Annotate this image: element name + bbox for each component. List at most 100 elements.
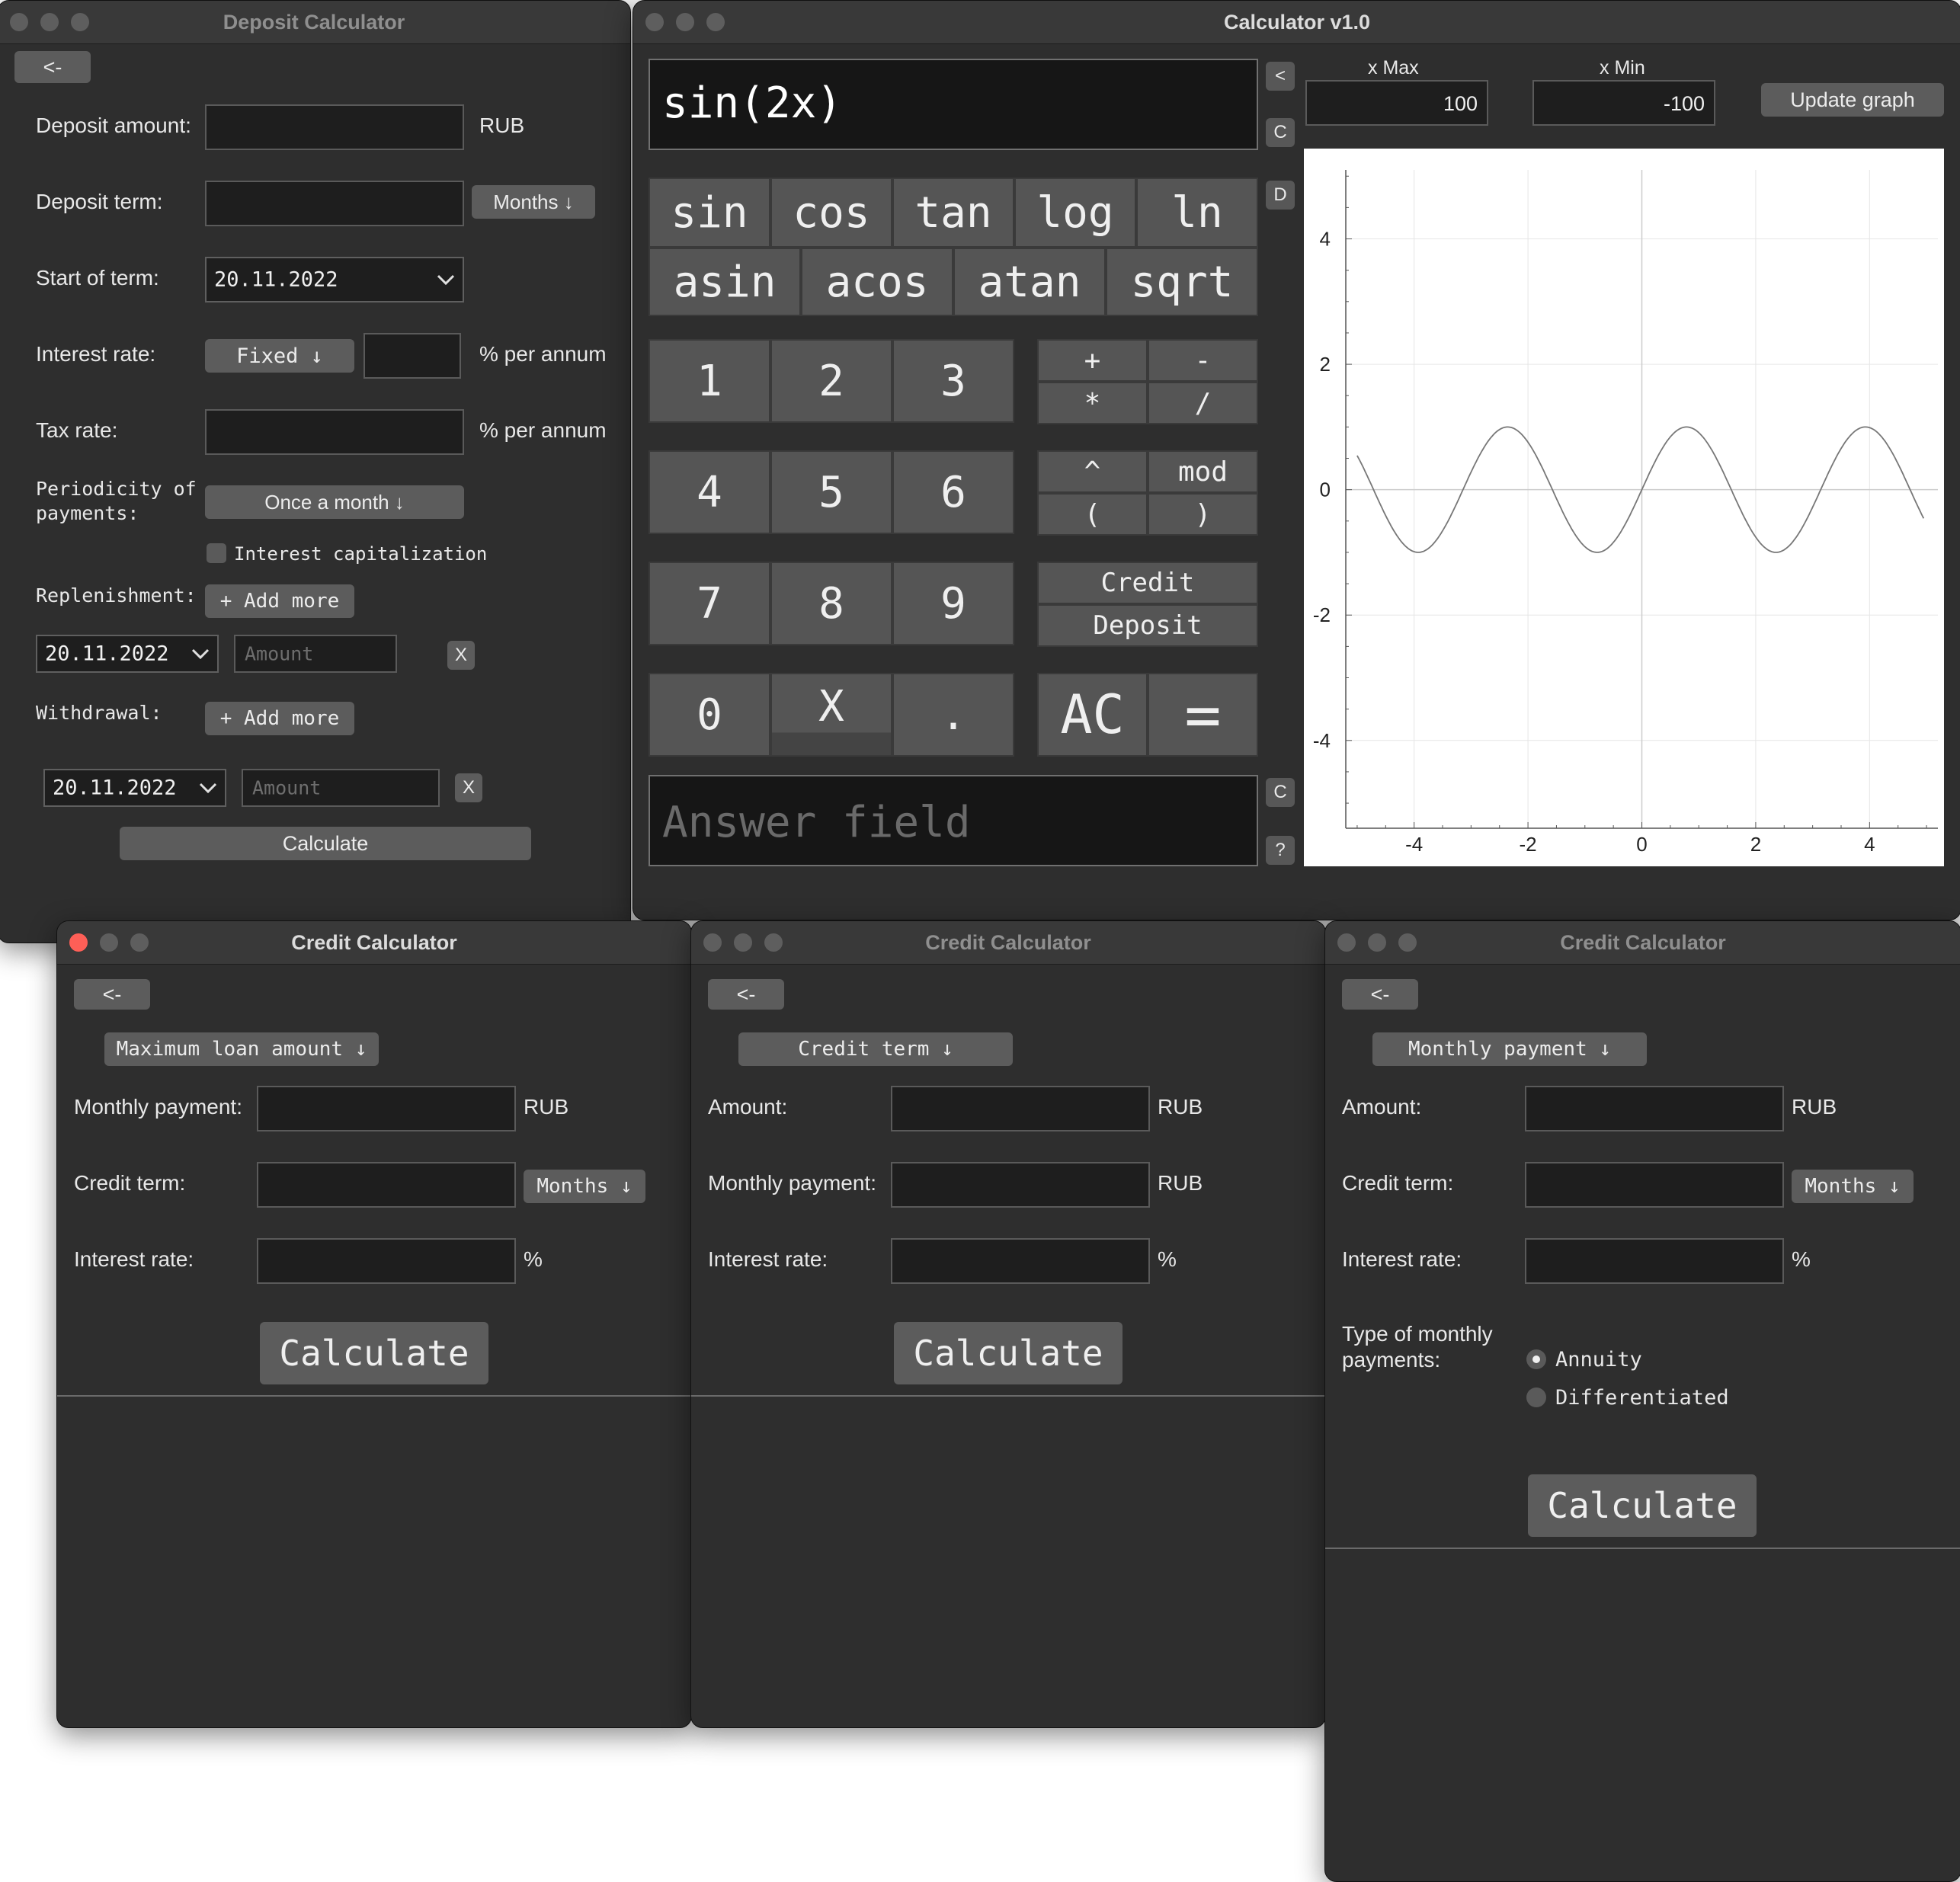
replenishment-date-value: 20.11.2022 xyxy=(45,642,169,666)
back-button[interactable]: <- xyxy=(14,51,91,83)
rate-type-dropdown[interactable]: Fixed ↓ xyxy=(205,339,354,373)
update-graph-button[interactable]: Update graph xyxy=(1761,83,1944,117)
term-unit-dropdown[interactable]: Months ↓ xyxy=(524,1170,645,1203)
help-button[interactable]: ? xyxy=(1266,836,1295,865)
digit-2-button[interactable]: 2 xyxy=(770,339,892,423)
tax-rate-input[interactable] xyxy=(205,409,464,455)
interest-rate-unit: % xyxy=(524,1247,543,1271)
asin-button[interactable]: asin xyxy=(649,248,801,316)
amount-unit: RUB xyxy=(1792,1095,1837,1119)
calculate-button[interactable]: Calculate xyxy=(894,1322,1123,1384)
clear-expression-button[interactable]: C xyxy=(1266,118,1295,147)
tan-button[interactable]: tan xyxy=(892,178,1014,248)
minus-button[interactable]: - xyxy=(1148,339,1258,382)
multiply-button[interactable]: * xyxy=(1037,382,1148,424)
deposit-amount-input[interactable] xyxy=(205,104,464,150)
replenishment-date-select[interactable]: 20.11.2022 xyxy=(36,635,219,673)
replenishment-label: Replenishment: xyxy=(36,584,197,607)
digit-3-button[interactable]: 3 xyxy=(892,339,1014,423)
credit-term-input[interactable] xyxy=(1525,1162,1784,1208)
atan-button[interactable]: atan xyxy=(953,248,1106,316)
calculation-mode-dropdown[interactable]: Monthly payment ↓ xyxy=(1372,1032,1647,1066)
cos-button[interactable]: cos xyxy=(770,178,892,248)
left-paren-button[interactable]: ( xyxy=(1037,493,1148,536)
deposit-term-input[interactable] xyxy=(205,181,464,226)
window-title: Credit Calculator xyxy=(1560,931,1726,954)
digit-5-button[interactable]: 5 xyxy=(770,450,892,534)
sqrt-button[interactable]: sqrt xyxy=(1106,248,1258,316)
decimal-point-button[interactable]: . xyxy=(892,673,1014,757)
backspace-button[interactable]: < xyxy=(1266,62,1295,91)
calculate-button[interactable]: Calculate xyxy=(260,1322,488,1384)
x-min-input[interactable]: -100 xyxy=(1532,80,1715,126)
replenishment-add-more-button[interactable]: + Add more xyxy=(205,584,354,618)
withdrawal-amount-input[interactable]: Amount xyxy=(242,769,440,807)
mod-button[interactable]: mod xyxy=(1148,450,1258,493)
calculation-mode-dropdown[interactable]: Maximum loan amount ↓ xyxy=(104,1032,379,1066)
results-divider xyxy=(57,1395,691,1397)
credit-term-input[interactable] xyxy=(257,1162,516,1208)
interest-rate-input[interactable] xyxy=(363,333,461,379)
window-title: Deposit Calculator xyxy=(223,11,405,34)
differentiated-radio[interactable] xyxy=(1526,1387,1546,1407)
deposit-calculator-button[interactable]: Deposit xyxy=(1037,604,1258,647)
expression-input[interactable]: sin(2x) xyxy=(649,59,1258,150)
equals-button[interactable]: = xyxy=(1148,673,1258,757)
amount-placeholder: Amount xyxy=(252,776,322,799)
start-date-select[interactable]: 20.11.2022 xyxy=(205,257,464,302)
digit-7-button[interactable]: 7 xyxy=(649,562,770,645)
sin-button[interactable]: sin xyxy=(649,178,770,248)
digit-1-button[interactable]: 1 xyxy=(649,339,770,423)
amount-input[interactable] xyxy=(891,1086,1150,1131)
calculate-button[interactable]: Calculate xyxy=(120,827,531,860)
term-unit-dropdown[interactable]: Months ↓ xyxy=(472,185,595,219)
digit-9-button[interactable]: 9 xyxy=(892,562,1014,645)
back-button[interactable]: <- xyxy=(74,979,150,1010)
digit-4-button[interactable]: 4 xyxy=(649,450,770,534)
x-max-input[interactable]: 100 xyxy=(1305,80,1488,126)
y-tick-label: 2 xyxy=(1320,353,1331,376)
chevron-down-icon xyxy=(199,783,217,793)
monthly-payment-input[interactable] xyxy=(257,1086,516,1131)
replenishment-amount-input[interactable]: Amount xyxy=(234,635,397,673)
x-max-value: 100 xyxy=(1443,92,1478,115)
plus-button[interactable]: + xyxy=(1037,339,1148,382)
term-unit-dropdown[interactable]: Months ↓ xyxy=(1792,1170,1914,1203)
withdrawal-add-more-button[interactable]: + Add more xyxy=(205,702,354,735)
digit-8-button[interactable]: 8 xyxy=(770,562,892,645)
back-button[interactable]: <- xyxy=(1342,979,1418,1010)
divide-button[interactable]: / xyxy=(1148,382,1258,424)
degree-mode-button[interactable]: D xyxy=(1266,181,1295,210)
calculate-button[interactable]: Calculate xyxy=(1528,1474,1757,1537)
y-tick-label: -4 xyxy=(1313,729,1331,752)
digit-0-button[interactable]: 0 xyxy=(649,673,770,757)
interest-rate-input[interactable] xyxy=(891,1238,1150,1284)
ln-button[interactable]: ln xyxy=(1136,178,1258,248)
power-button[interactable]: ^ xyxy=(1037,450,1148,493)
calculation-mode-dropdown[interactable]: Credit term ↓ xyxy=(738,1032,1013,1066)
back-button[interactable]: <- xyxy=(708,979,784,1010)
periodicity-dropdown[interactable]: Once a month ↓ xyxy=(205,485,464,519)
interest-rate-input[interactable] xyxy=(257,1238,516,1284)
log-button[interactable]: log xyxy=(1014,178,1136,248)
annuity-radio[interactable] xyxy=(1526,1349,1546,1369)
monthly-payment-label: Monthly payment: xyxy=(708,1171,876,1195)
interest-rate-input[interactable] xyxy=(1525,1238,1784,1284)
variable-x-button[interactable]: X xyxy=(770,673,892,757)
withdrawal-date-select[interactable]: 20.11.2022 xyxy=(43,769,226,807)
digit-6-button[interactable]: 6 xyxy=(892,450,1014,534)
x-tick-label: 2 xyxy=(1750,833,1761,856)
right-paren-button[interactable]: ) xyxy=(1148,493,1258,536)
remove-withdrawal-button[interactable]: X xyxy=(455,773,482,802)
clear-answer-button[interactable]: C xyxy=(1266,778,1295,807)
remove-replenishment-button[interactable]: X xyxy=(447,641,475,670)
capitalization-checkbox[interactable] xyxy=(207,543,226,563)
monthly-payment-input[interactable] xyxy=(891,1162,1150,1208)
amount-placeholder: Amount xyxy=(245,642,314,665)
all-clear-button[interactable]: AC xyxy=(1037,673,1148,757)
annuity-label: Annuity xyxy=(1555,1348,1642,1371)
amount-input[interactable] xyxy=(1525,1086,1784,1131)
acos-button[interactable]: acos xyxy=(801,248,953,316)
credit-calculator-button[interactable]: Credit xyxy=(1037,562,1258,604)
monthly-payment-unit: RUB xyxy=(524,1095,569,1119)
